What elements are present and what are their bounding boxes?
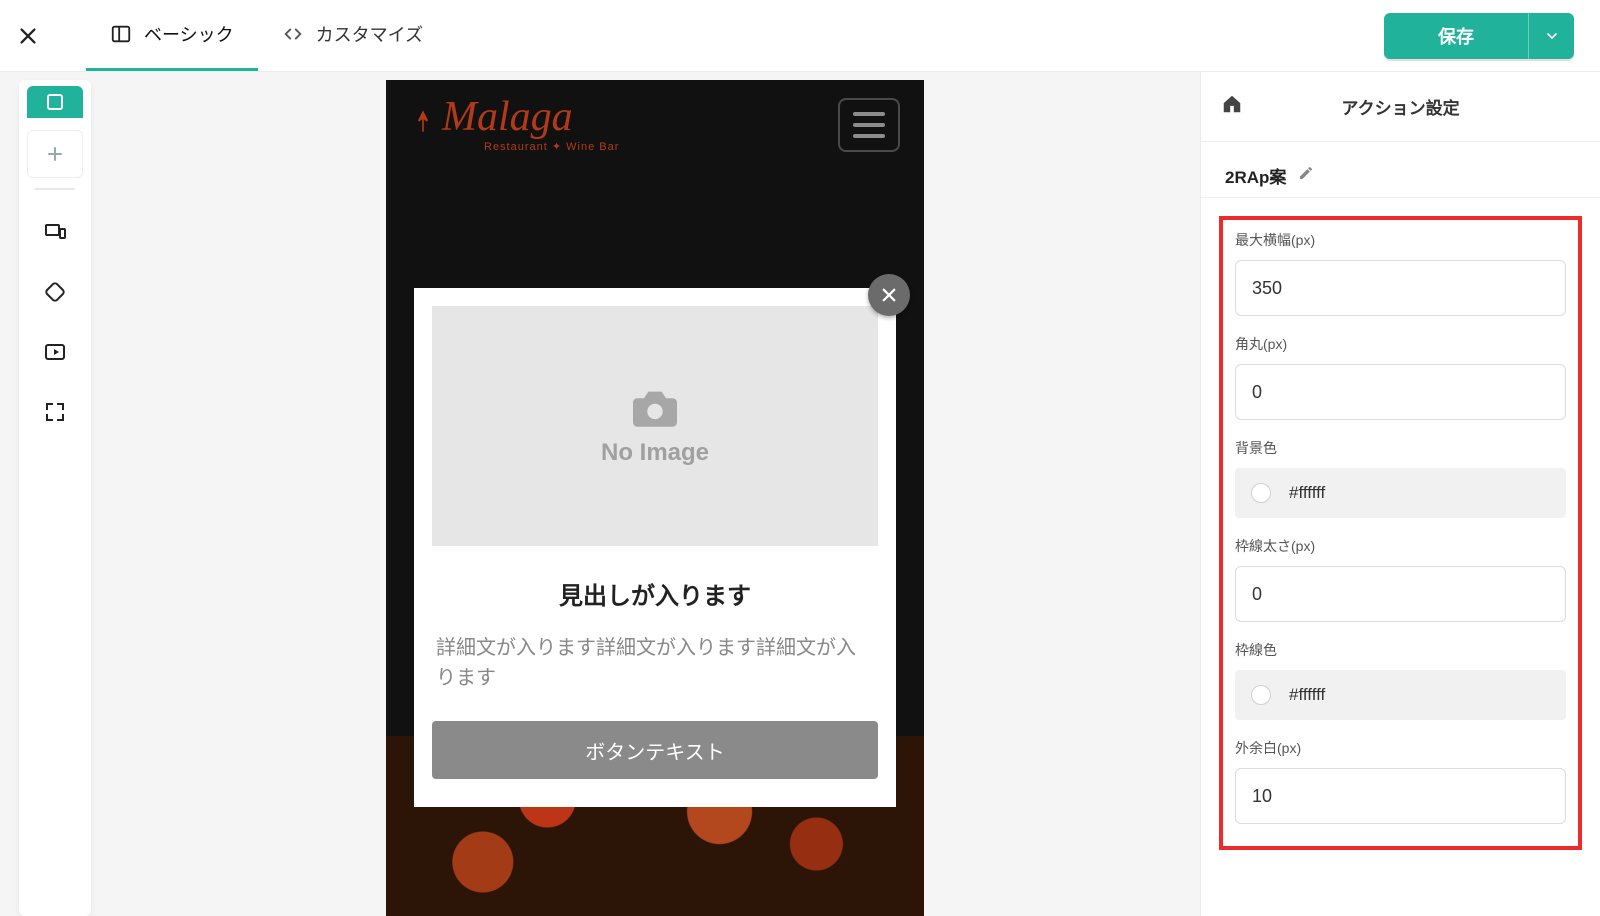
image-placeholder[interactable]: No Image (432, 306, 878, 546)
panel-body: 最大横幅(px) 角丸(px) 背景色 #ffffff 枠線太さ(px) (1201, 198, 1600, 916)
main-row: Malaga Restaurant ✦ Wine Bar No I (0, 72, 1600, 916)
color-swatch-border (1251, 685, 1271, 705)
panel-header: アクション設定 (1201, 72, 1600, 142)
device-preview: Malaga Restaurant ✦ Wine Bar No I (386, 80, 924, 916)
close-button[interactable] (0, 0, 56, 71)
brand-subtitle: Restaurant ✦ Wine Bar (442, 142, 619, 153)
label-radius: 角丸(px) (1235, 334, 1566, 354)
panel-title: アクション設定 (1265, 94, 1536, 119)
input-border-width[interactable] (1235, 566, 1566, 622)
modal-heading: 見出しが入ります (432, 576, 878, 611)
save-dropdown-toggle[interactable] (1528, 13, 1574, 59)
tab-basic-label: ベーシック (144, 21, 234, 47)
field-border-width: 枠線太さ(px) (1235, 536, 1566, 622)
modal-description: 詳細文が入ります詳細文が入ります詳細文が入ります (432, 633, 878, 693)
topbar: ベーシック カスタマイズ 保存 (0, 0, 1600, 72)
right-panel: アクション設定 2RAp案 最大横幅(px) 角丸(px) 背景色 (1200, 72, 1600, 916)
input-radius[interactable] (1235, 364, 1566, 420)
field-bgcolor: 背景色 #ffffff (1235, 438, 1566, 518)
panel-name-row: 2RAp案 (1201, 142, 1600, 198)
field-margin: 外余白(px) (1235, 738, 1566, 824)
modal-close-button[interactable] (868, 274, 910, 316)
tab-customize[interactable]: カスタマイズ (258, 0, 447, 71)
label-bgcolor: 背景色 (1235, 438, 1566, 458)
color-value-border: #ffffff (1289, 685, 1325, 705)
label-margin: 外余白(px) (1235, 738, 1566, 758)
field-radius: 角丸(px) (1235, 334, 1566, 420)
left-rail (19, 80, 91, 916)
modal-cta-button[interactable]: ボタンテキスト (432, 721, 878, 779)
highlighted-settings: 最大横幅(px) 角丸(px) 背景色 #ffffff 枠線太さ(px) (1219, 216, 1582, 850)
home-icon[interactable] (1221, 93, 1243, 120)
label-max-width: 最大横幅(px) (1235, 230, 1566, 250)
color-value-bg: #ffffff (1289, 483, 1325, 503)
field-max-width: 最大横幅(px) (1235, 230, 1566, 316)
rail-separator (35, 188, 75, 190)
rail-active-page[interactable] (27, 86, 83, 118)
topbar-left: ベーシック カスタマイズ (0, 0, 447, 71)
layout-icon (110, 23, 132, 45)
left-rail-wrap (0, 72, 110, 916)
label-border-width: 枠線太さ(px) (1235, 536, 1566, 556)
rail-device-button[interactable] (27, 208, 83, 256)
label-border-color: 枠線色 (1235, 640, 1566, 660)
modal-cta-label: ボタンテキスト (585, 736, 724, 765)
input-margin[interactable] (1235, 768, 1566, 824)
edit-icon[interactable] (1298, 165, 1314, 186)
color-picker-border[interactable]: #ffffff (1235, 670, 1566, 720)
camera-icon (628, 385, 682, 429)
color-picker-bg[interactable]: #ffffff (1235, 468, 1566, 518)
panel-name: 2RAp案 (1225, 163, 1286, 188)
rail-play-button[interactable] (27, 328, 83, 376)
no-image-label: No Image (601, 439, 709, 467)
popup-modal: No Image 見出しが入ります 詳細文が入ります詳細文が入ります詳細文が入り… (414, 288, 896, 807)
brand-mark-icon (410, 109, 436, 140)
device-header: Malaga Restaurant ✦ Wine Bar (386, 80, 924, 153)
save-button-label: 保存 (1384, 13, 1528, 59)
tab-basic[interactable]: ベーシック (86, 0, 258, 71)
code-icon (282, 23, 304, 45)
hamburger-menu[interactable] (838, 98, 900, 152)
color-swatch-bg (1251, 483, 1271, 503)
brand-name: Malaga (442, 96, 619, 138)
brand: Malaga Restaurant ✦ Wine Bar (410, 96, 619, 153)
rail-expand-button[interactable] (27, 388, 83, 436)
tab-customize-label: カスタマイズ (316, 21, 423, 47)
topbar-right: 保存 (1384, 13, 1600, 59)
canvas: Malaga Restaurant ✦ Wine Bar No I (110, 72, 1200, 916)
rail-add-button[interactable] (27, 130, 83, 178)
save-button[interactable]: 保存 (1384, 13, 1574, 59)
tabs: ベーシック カスタマイズ (86, 0, 447, 71)
input-max-width[interactable] (1235, 260, 1566, 316)
field-border-color: 枠線色 #ffffff (1235, 640, 1566, 720)
rail-rotate-button[interactable] (27, 268, 83, 316)
